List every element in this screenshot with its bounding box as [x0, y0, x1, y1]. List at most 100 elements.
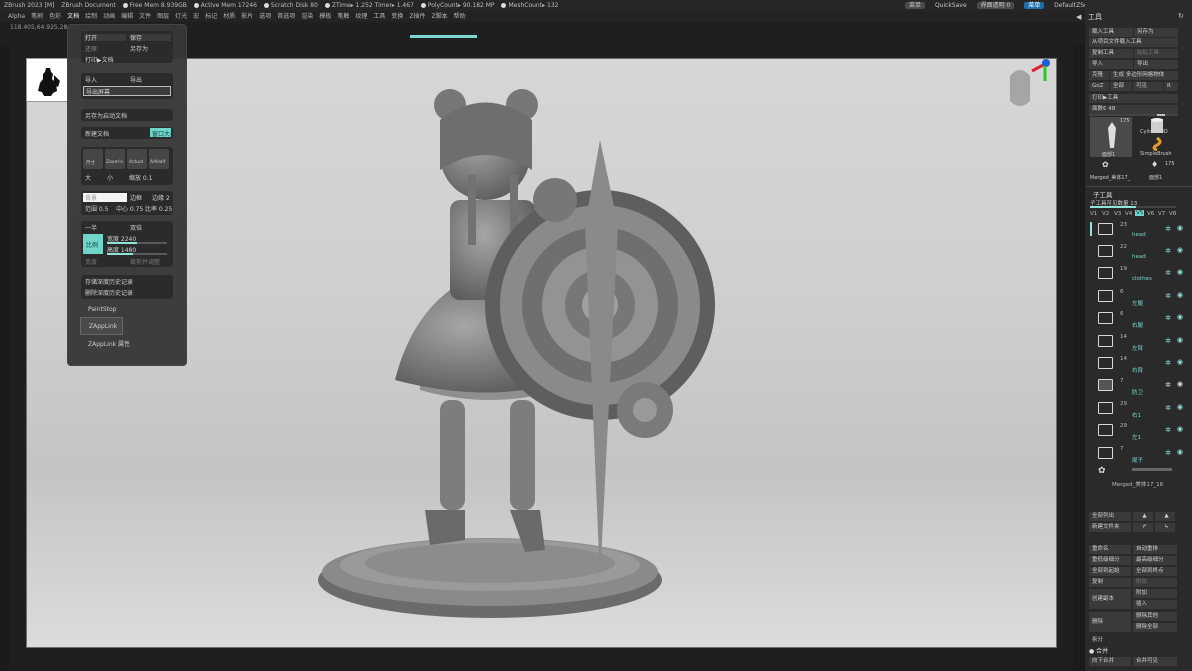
half-button[interactable]: 一半	[85, 223, 97, 232]
menu-item[interactable]: 材质	[223, 13, 235, 20]
vtab-v3[interactable]: V3	[1114, 211, 1121, 217]
eye-icon[interactable]: ◉	[1177, 291, 1183, 299]
save-startup-button[interactable]: 另存为启动文档	[85, 111, 127, 120]
lang-button[interactable]: 菜单	[905, 2, 926, 9]
export-button[interactable]: 导出	[130, 75, 142, 84]
refresh-icon[interactable]: ↻	[1178, 12, 1184, 20]
border-value[interactable]: 边缘 2	[152, 193, 170, 202]
step-arrow-icon[interactable]: ↳	[1155, 523, 1175, 532]
visible-button[interactable]: 可见	[1133, 82, 1163, 91]
quicksave-button[interactable]: QuickSave	[935, 2, 967, 9]
opacity-slider[interactable]	[1132, 468, 1172, 471]
all-to-start-button[interactable]: 全部到起始	[1089, 567, 1131, 576]
subtool-row[interactable]: 14 右臂 ✲ ◉	[1094, 354, 1189, 376]
eye-icon[interactable]: ◉	[1177, 380, 1183, 388]
face-count-slider[interactable]: 面数€ 48	[1089, 105, 1178, 114]
load-tool-button[interactable]: 载入工具	[1089, 28, 1133, 37]
tool-thumb-cylinder[interactable]: Cylinder3D SimpleBrush	[1137, 117, 1177, 157]
export-screen-button[interactable]: 导出屏幕	[86, 87, 110, 96]
border-button[interactable]: 边框	[130, 193, 142, 202]
menu-item[interactable]: 影片	[241, 13, 253, 20]
new-document-button[interactable]: 新建文档	[85, 129, 109, 138]
eye-icon[interactable]: ◉	[1177, 268, 1183, 276]
move-down-arrow-icon[interactable]: ▲	[1155, 512, 1175, 521]
gear-icon[interactable]: ✲	[1165, 337, 1171, 345]
eye-icon[interactable]: ◉	[1177, 313, 1183, 321]
menu-item[interactable]: 笔刷	[31, 13, 43, 20]
subtool-row[interactable]: 6 右腿 ✲ ◉	[1094, 309, 1189, 331]
delete-depth-history-button[interactable]: 删除深度历史记录	[85, 288, 133, 297]
ratio-slider[interactable]: 比率 0.25	[145, 204, 172, 213]
subtool-row[interactable]: 22 head ✲ ◉	[1094, 242, 1189, 264]
move-up-arrow-icon[interactable]: ▲	[1133, 512, 1153, 521]
menu-item[interactable]: 灯光	[175, 13, 187, 20]
tool-thumb-5[interactable]: ♦ 175 面部1	[1137, 158, 1179, 182]
tool-import-button[interactable]: 导入	[1089, 60, 1133, 69]
menu-item-document[interactable]: 文档	[67, 13, 79, 20]
menu-item[interactable]: Alpha	[8, 13, 25, 20]
append-button-2[interactable]: 附加	[1133, 589, 1177, 598]
tool-thumb-merged[interactable]: ✿ Merged_美体17_	[1090, 158, 1132, 182]
background-swatch[interactable]: 背景	[85, 193, 97, 202]
delete-others-button[interactable]: 删除其他	[1133, 612, 1177, 621]
split-section[interactable]: 拆分	[1092, 635, 1103, 643]
merge-down-button[interactable]: 向下合并	[1089, 657, 1131, 666]
navigator-thumbnail[interactable]	[26, 58, 68, 102]
collapse-arrow-icon[interactable]: ◀	[1076, 13, 1081, 21]
gear-icon[interactable]: ✲	[1165, 269, 1171, 277]
vtab-v8[interactable]: V8	[1169, 211, 1176, 217]
gear-icon[interactable]: ✲	[1165, 381, 1171, 389]
vtab-v1[interactable]: V1	[1090, 211, 1097, 217]
print-tool-button[interactable]: 打印▶工具	[1089, 94, 1178, 103]
menu-item[interactable]: 选项	[259, 13, 271, 20]
copy-tool-button[interactable]: 复制工具	[1089, 49, 1133, 58]
menu-item[interactable]: 模板	[319, 13, 331, 20]
list-all-button[interactable]: 全部列出	[1089, 512, 1131, 521]
gear-icon[interactable]: ✲	[1165, 449, 1171, 457]
proportion-toggle[interactable]: 比例	[86, 240, 98, 249]
clone-button[interactable]: 克隆	[1089, 71, 1109, 80]
subtool-row[interactable]: 29 左1 ✲ ◉	[1094, 421, 1189, 443]
save-as-button[interactable]: 另存为	[130, 44, 148, 53]
gear-icon[interactable]: ✲	[1165, 247, 1171, 255]
model-figure[interactable]	[300, 60, 720, 620]
subtool-row[interactable]: 14 左臂 ✲ ◉	[1094, 332, 1189, 354]
transparency-slider[interactable]: 界面透明 0	[976, 2, 1015, 9]
eye-icon[interactable]: ◉	[1177, 246, 1183, 254]
menu-item[interactable]: 图层	[157, 13, 169, 20]
tool-thumb-1[interactable]: 175 面部1	[1090, 117, 1132, 158]
merge-section[interactable]: ● 合并	[1089, 646, 1108, 655]
gear-icon[interactable]: ✲	[1165, 225, 1171, 233]
all-high-button[interactable]: 最高级细分	[1133, 556, 1177, 565]
small-button[interactable]: 小	[107, 173, 113, 182]
duplicate-button[interactable]: 复制	[1089, 578, 1131, 587]
window-size-button[interactable]: 窗口大小	[152, 129, 176, 138]
subtool-row[interactable]: 7 防卫 ✲ ◉	[1094, 376, 1189, 398]
subtool-row[interactable]: 19 clothes ✲ ◉	[1094, 264, 1189, 286]
zapplink-props-label[interactable]: ZAppLink 属性	[88, 339, 130, 348]
save-button[interactable]: 保存	[130, 33, 142, 42]
zapplink-button[interactable]: ZAppLink	[80, 317, 123, 335]
paintstop-label[interactable]: PaintStop	[88, 306, 117, 313]
center-slider[interactable]: 中心 0.75	[116, 204, 143, 213]
gear-icon[interactable]: ✲	[1165, 292, 1171, 300]
eye-icon[interactable]: ◉	[1177, 425, 1183, 433]
range-slider[interactable]: 范围 0.5	[85, 204, 108, 213]
load-from-project-button[interactable]: 从项目文件载入工具	[1089, 38, 1178, 47]
delete-all-button[interactable]: 删除全部	[1133, 623, 1177, 632]
merge-visible-button[interactable]: 合并可见	[1133, 657, 1177, 666]
menu-item[interactable]: 工具	[373, 13, 385, 20]
all-button[interactable]: 全部	[1110, 82, 1132, 91]
menu-item[interactable]: 变换	[391, 13, 403, 20]
vtab-v7[interactable]: V7	[1158, 211, 1165, 217]
all-to-end-button[interactable]: 全部到终点	[1133, 567, 1177, 576]
menu-item[interactable]: 绘制	[85, 13, 97, 20]
size-icon[interactable]: 尺寸	[83, 149, 103, 169]
rename-button[interactable]: 重命名	[1089, 545, 1131, 554]
big-button[interactable]: 大	[85, 173, 91, 182]
menu-item[interactable]: 宏	[193, 13, 199, 20]
crop-resize-button[interactable]: 裁剪并调整	[130, 257, 160, 266]
width-button[interactable]: 宽度	[85, 257, 97, 266]
gear-icon[interactable]: ✲	[1165, 359, 1171, 367]
eye-icon[interactable]: ◉	[1177, 358, 1183, 366]
